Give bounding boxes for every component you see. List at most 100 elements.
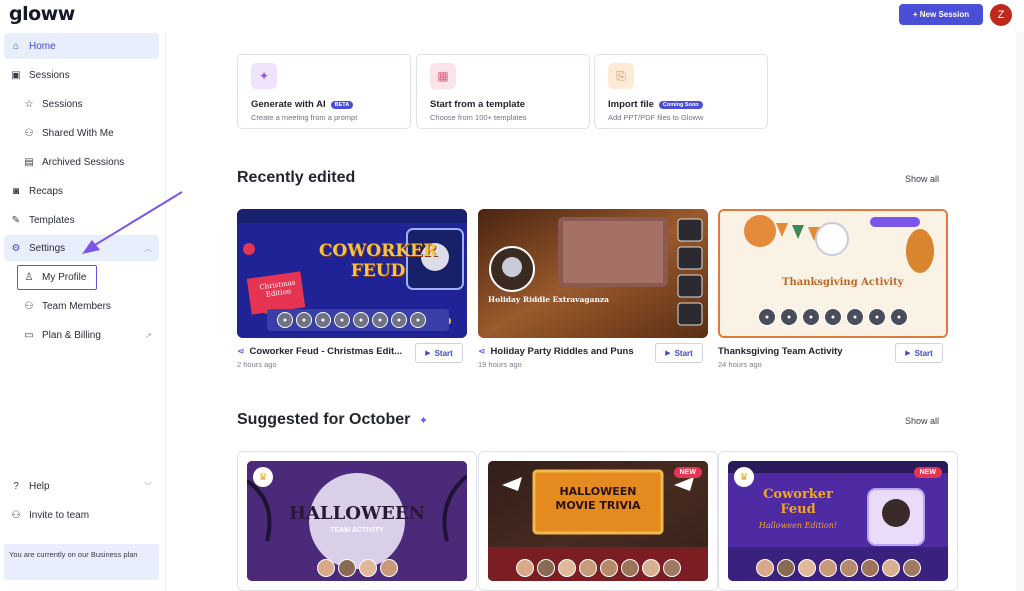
participant-faces	[488, 559, 708, 577]
qa-subtitle: Add PPT/PDF files to Gloww	[608, 113, 704, 122]
user-avatar[interactable]: Z	[990, 4, 1012, 26]
calendar-icon: ▣	[11, 69, 21, 81]
start-button[interactable]: ▶ Start	[415, 343, 463, 363]
participant-icon: ●	[372, 312, 388, 328]
generate-ai-card[interactable]: ✦ Generate with AI BETA Create a meeting…	[237, 54, 411, 129]
start-label: Start	[914, 348, 933, 358]
ai-sparkle-icon: ✦	[251, 63, 277, 89]
qa-subtitle: Create a meeting from a prompt	[251, 113, 358, 122]
qa-title: Start from a template	[430, 99, 525, 110]
participant-avatar	[881, 559, 900, 577]
participant-avatar	[379, 559, 398, 577]
annotation-arrow	[82, 191, 183, 254]
sidebar-item-my-profile[interactable]: ♙ My Profile	[17, 265, 97, 290]
coworker-feud-halloween-thumbnail: ♛ NEW Coworker Feud Halloween Edition!	[728, 461, 948, 581]
plan-note: You are currently on our Business plan	[4, 544, 159, 580]
new-badge: NEW	[673, 467, 702, 478]
participant-faces	[247, 559, 467, 577]
sidebar-item-label: Settings	[29, 242, 66, 254]
participant-avatar	[662, 559, 681, 577]
template-card[interactable]: ▦ Start from a template Choose from 100+…	[416, 54, 590, 129]
participant-avatar	[557, 559, 576, 577]
scrollbar[interactable]	[1016, 32, 1024, 591]
holiday-riddles-thumbnail[interactable]: Holiday Riddle Extravaganza	[478, 209, 708, 338]
sidebar-item-home[interactable]: ⌂ Home	[4, 33, 159, 59]
thumb-title: Holiday Riddle Extravaganza	[488, 295, 610, 304]
recently-show-all-link[interactable]: Show all	[905, 174, 939, 184]
participant-avatar	[578, 559, 597, 577]
thumb-title: Coworker Feud	[763, 487, 833, 517]
thumb-subtitle: Halloween Edition!	[758, 521, 838, 530]
suggested-card[interactable]: NEW HALLOWEEN MOVIE TRIVIA	[478, 451, 718, 591]
new-session-button[interactable]: + New Session	[899, 4, 983, 25]
thumb-subtitle: TEAM ACTIVITY	[330, 527, 384, 534]
thumb-title: HALLOWEEN	[288, 503, 426, 524]
card-name[interactable]: Thanksgiving Team Activity	[718, 346, 843, 357]
gloww-logo[interactable]: gloww	[9, 3, 75, 25]
premium-crown-icon: ♛	[253, 467, 273, 487]
file-import-icon: ⎘	[608, 63, 634, 89]
participant-icon: ●	[296, 312, 312, 328]
share-icon: ⋖	[237, 346, 245, 356]
edit-icon: ✎	[11, 214, 21, 226]
sidebar-item-label: Invite to team	[29, 509, 90, 521]
sparkle-icon: ✦	[418, 415, 429, 427]
participant-icon: ●	[846, 308, 864, 326]
card-name-text: Coworker Feud - Christmas Edit...	[249, 346, 403, 357]
top-bar: gloww + New Session Z	[0, 0, 1024, 32]
participant-icon: ●	[334, 312, 350, 328]
sidebar-item-team-members[interactable]: ⚇ Team Members	[4, 293, 159, 319]
participant-avatar	[839, 559, 858, 577]
play-icon: ▶	[905, 350, 911, 357]
participant-avatar	[776, 559, 795, 577]
participant-avatar	[536, 559, 555, 577]
suggested-card[interactable]: ♛ NEW Coworker Feud Halloween Edition!	[718, 451, 958, 591]
suggested-card[interactable]: ♛ HALLOWEEN TEAM ACTIVITY	[237, 451, 477, 591]
sidebar-item-label: Recaps	[29, 185, 63, 197]
participant-icon: ●	[277, 312, 293, 328]
sidebar-item-sessions-group[interactable]: ▣ Sessions	[4, 62, 159, 88]
user-icon: ♙	[24, 272, 34, 283]
recently-edited-title: Recently edited	[237, 169, 356, 186]
coming-soon-badge: Coming Soon	[658, 100, 703, 109]
start-button[interactable]: ▶ Start	[895, 343, 943, 363]
card-time: 24 hours ago	[718, 360, 762, 369]
sidebar-item-shared-with-me[interactable]: ⚇ Shared With Me	[4, 120, 159, 146]
card-name[interactable]: ⋖ Holiday Party Riddles and Puns	[478, 346, 634, 357]
suggested-title-text: Suggested for October	[237, 411, 411, 428]
invite-icon: ⚇	[11, 509, 21, 521]
qa-title-text: Generate with AI	[251, 99, 326, 110]
template-grid-icon: ▦	[430, 63, 456, 89]
halloween-activity-thumbnail: ♛ HALLOWEEN TEAM ACTIVITY	[247, 461, 467, 581]
sidebar-item-label: Plan & Billing	[42, 329, 101, 341]
sidebar-item-label: Home	[29, 40, 56, 52]
sidebar-item-invite[interactable]: ⚇ Invite to team	[4, 502, 159, 528]
suggested-show-all-link[interactable]: Show all	[905, 416, 939, 426]
participant-avatar	[599, 559, 618, 577]
participant-icon: ●	[868, 308, 886, 326]
import-file-card[interactable]: ⎘ Import file Coming Soon Add PPT/PDF fi…	[594, 54, 768, 129]
sidebar-item-label: Help	[29, 480, 50, 492]
participant-icon: ●	[410, 312, 426, 328]
gear-icon: ⚙	[11, 242, 21, 254]
sidebar-item-help[interactable]: ? Help ﹀	[4, 473, 159, 499]
play-icon: ▶	[425, 350, 431, 357]
participant-avatar	[620, 559, 639, 577]
thanksgiving-thumbnail[interactable]: Thanksgiving Activity ● ● ● ● ● ● ●	[718, 209, 948, 338]
sidebar-item-label: Sessions	[29, 69, 70, 81]
team-icon: ⚇	[24, 300, 34, 312]
thumb-title: COWORKER FEUD	[318, 241, 438, 281]
participant-avatar	[515, 559, 534, 577]
chevron-down-icon[interactable]: ﹀	[144, 481, 152, 492]
sidebar-item-sessions[interactable]: ☆ Sessions	[4, 91, 159, 117]
participant-icon: ●	[824, 308, 842, 326]
participant-avatar	[316, 559, 335, 577]
start-button[interactable]: ▶ Start	[655, 343, 703, 363]
sidebar-item-archived-sessions[interactable]: ▤ Archived Sessions	[4, 149, 159, 175]
card-time: 2 hours ago	[237, 360, 277, 369]
sidebar-item-plan-billing[interactable]: ▭ Plan & Billing ↗	[4, 322, 159, 348]
card-name[interactable]: ⋖ Coworker Feud - Christmas Edit...	[237, 346, 402, 357]
coworker-feud-thumbnail[interactable]: COWORKER FEUD Christmas Edition ● ● ● ● …	[237, 209, 467, 338]
sidebar-item-label: Team Members	[42, 300, 111, 312]
help-icon: ?	[13, 480, 19, 492]
